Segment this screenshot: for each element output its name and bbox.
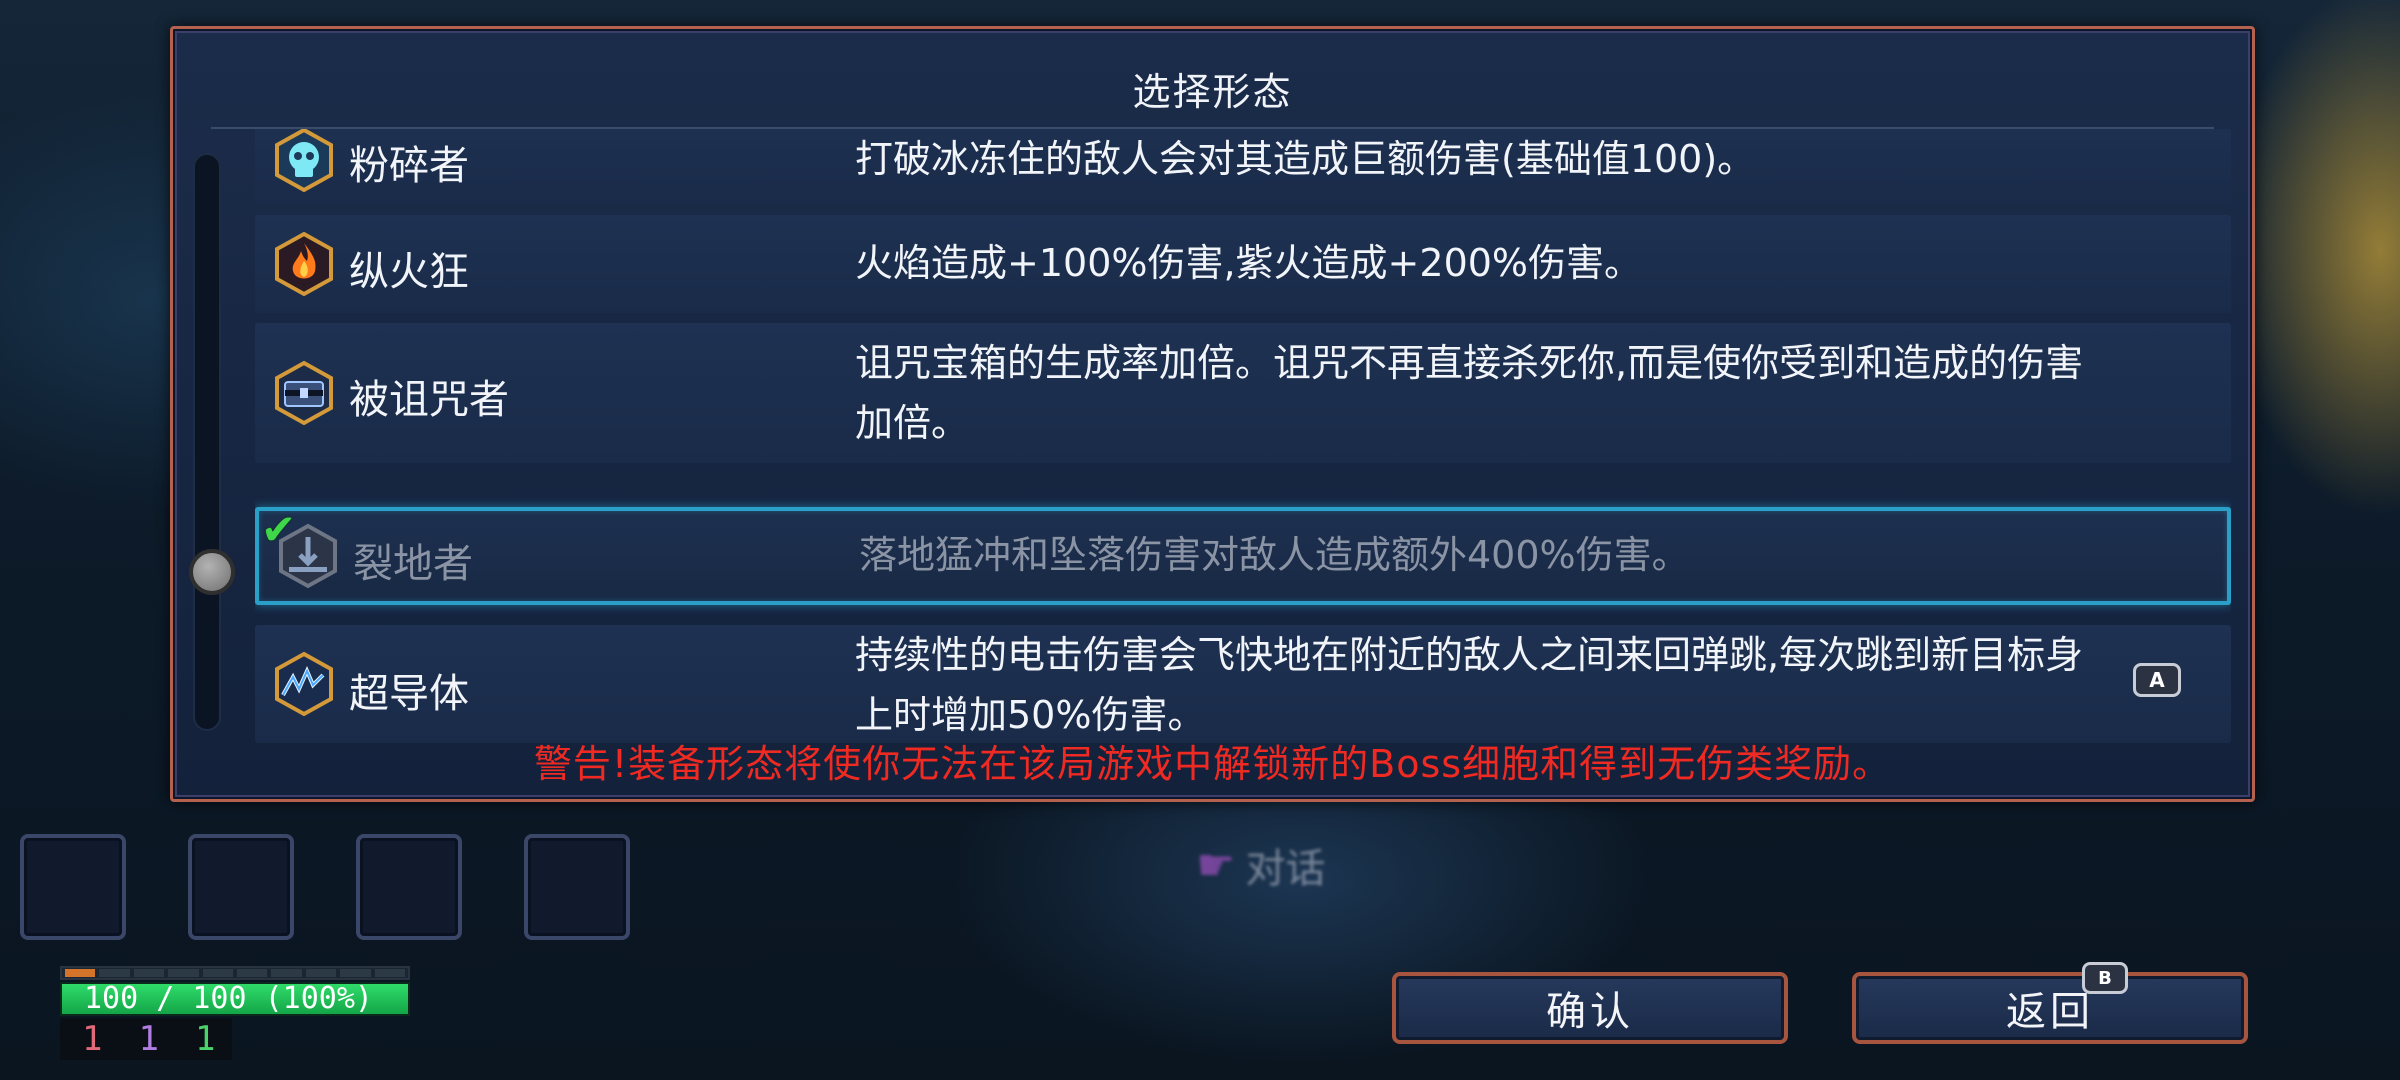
empty-item-slot[interactable] xyxy=(188,834,294,940)
cursed-chest-icon xyxy=(269,358,339,428)
tactics-stat: 1 xyxy=(138,1019,159,1059)
form-description: 诅咒宝箱的生成率加倍。诅咒不再直接杀死你,而是使你受到和造成的伤害加倍。 xyxy=(855,341,2084,445)
equipped-check-icon: ✔ xyxy=(261,505,297,554)
form-row-ground-slam-selected[interactable]: ✔ 裂地者 落地猛冲和坠落伤害对敌人造成额外400%伤害。 xyxy=(255,505,2231,605)
empty-item-slot[interactable] xyxy=(20,834,126,940)
form-description: 打破冰冻住的敌人会对其造成巨额伤害(基础值100)。 xyxy=(855,137,1756,181)
form-name: 被诅咒者 xyxy=(349,377,509,423)
scrollbar-track[interactable] xyxy=(193,153,221,731)
form-row-pyromaniac[interactable]: 纵火狂 火焰造成+100%伤害,紫火造成+200%伤害。 xyxy=(255,215,2231,313)
form-name: 粉碎者 xyxy=(349,143,469,189)
form-description: 火焰造成+100%伤害,紫火造成+200%伤害。 xyxy=(855,241,1643,285)
scrollbar-thumb[interactable] xyxy=(189,549,235,595)
brutality-stat: 1 xyxy=(82,1019,103,1059)
health-widget: 100 / 100 (100%) 1 1 1 xyxy=(60,966,410,1060)
form-select-dialog: 选择形态 粉碎者 打破冰冻住的敌人会对其造成巨额伤害(基础值100)。 纵火狂 … xyxy=(170,26,2255,802)
health-text: 100 / 100 (100%) xyxy=(84,981,373,1016)
form-row-cursed[interactable]: 被诅咒者 诅咒宝箱的生成率加倍。诅咒不再直接杀死你,而是使你受到和造成的伤害加倍… xyxy=(255,323,2231,463)
dialog-title: 选择形态 xyxy=(1132,70,1293,114)
back-button[interactable]: 返回 B xyxy=(1852,962,2248,1044)
b-button-hint-icon: B xyxy=(2082,962,2128,994)
form-name: 超导体 xyxy=(349,671,469,717)
form-list: 粉碎者 打破冰冻住的敌人会对其造成巨额伤害(基础值100)。 纵火狂 火焰造成+… xyxy=(255,129,2231,743)
talk-hand-icon: ☛ xyxy=(1196,839,1236,891)
survival-stat: 1 xyxy=(194,1019,216,1059)
form-description: 落地猛冲和坠落伤害对敌人造成额外400%伤害。 xyxy=(859,533,1690,577)
talk-prompt: ☛ 对话 xyxy=(1196,836,1325,894)
a-button-hint-icon: A xyxy=(2133,663,2181,697)
skull-ice-icon xyxy=(269,129,339,195)
confirm-button[interactable]: 确认 xyxy=(1392,972,1788,1044)
health-segment-bar xyxy=(60,966,410,980)
form-row-crusher[interactable]: 粉碎者 打破冰冻住的敌人会对其造成巨额伤害(基础值100)。 xyxy=(255,129,2231,205)
lightning-icon xyxy=(269,649,339,719)
health-bar: 100 / 100 (100%) xyxy=(60,982,410,1016)
flame-icon xyxy=(269,229,339,299)
warning-text: 警告!装备形态将使你无法在该局游戏中解锁新的Boss细胞和得到无伤类奖励。 xyxy=(533,742,1892,786)
talk-label: 对话 xyxy=(1245,846,1326,892)
form-name: 纵火狂 xyxy=(349,249,469,295)
form-name: 裂地者 xyxy=(353,541,473,587)
confirm-button-label: 确认 xyxy=(1546,989,1634,1035)
form-row-superconductor[interactable]: 超导体 持续性的电击伤害会飞快地在附近的敌人之间来回弹跳,每次跳到新目标身上时增… xyxy=(255,625,2231,743)
empty-item-slot[interactable] xyxy=(356,834,462,940)
empty-item-slot[interactable] xyxy=(524,834,630,940)
form-description: 持续性的电击伤害会飞快地在附近的敌人之间来回弹跳,每次跳到新目标身上时增加50%… xyxy=(855,633,2084,737)
back-button-label: 返回 xyxy=(2006,989,2094,1035)
scroll-stats: 1 1 1 xyxy=(60,1018,232,1060)
